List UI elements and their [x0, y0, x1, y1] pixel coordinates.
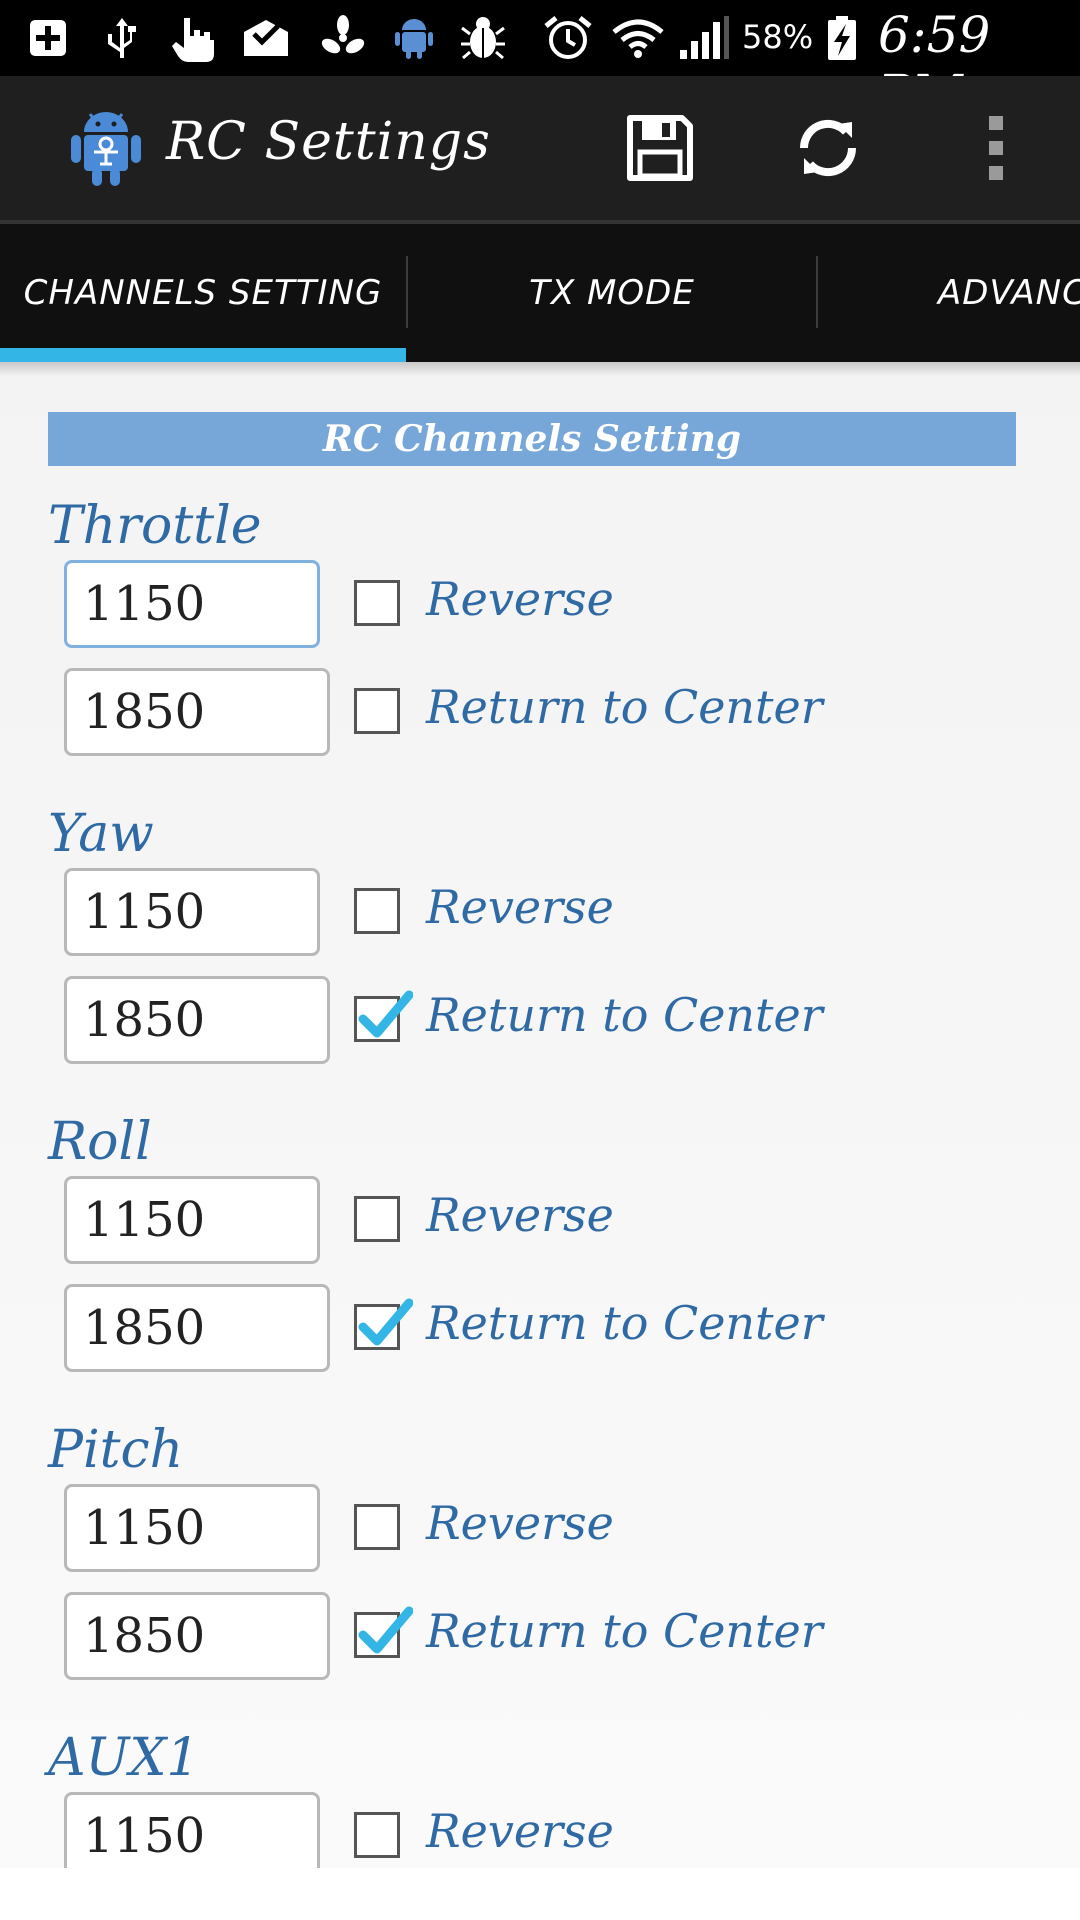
- reverse-checkbox[interactable]: [354, 580, 400, 626]
- usb-icon: [108, 18, 136, 58]
- channel-pitch: Pitch 1150 Reverse 1850 Return to Center: [0, 1420, 1080, 1730]
- touch-icon: [172, 18, 214, 62]
- reverse-label[interactable]: Reverse: [426, 1188, 614, 1242]
- channel-yaw: Yaw 1150 Reverse 1850 Return to Center: [0, 804, 1080, 1114]
- pinwheel-icon: [321, 15, 365, 54]
- bug-icon: [461, 17, 505, 60]
- reverse-checkbox[interactable]: [354, 1196, 400, 1242]
- return-to-center-label[interactable]: Return to Center: [426, 1604, 823, 1658]
- tab-shadow: [0, 362, 1080, 376]
- min-value-input[interactable]: 1150: [64, 868, 320, 956]
- reverse-label[interactable]: Reverse: [426, 1496, 614, 1550]
- reverse-checkbox[interactable]: [354, 888, 400, 934]
- signal-icon: [680, 16, 729, 59]
- channel-name: Throttle: [48, 496, 262, 556]
- checkmark-icon: [358, 990, 413, 1038]
- tab-label: TX MODE: [529, 273, 695, 313]
- sync-icon[interactable]: [790, 110, 866, 186]
- max-value-input[interactable]: 1850: [64, 976, 330, 1064]
- max-value-input[interactable]: 1850: [64, 1592, 330, 1680]
- android-icon: [395, 19, 433, 59]
- min-value-input[interactable]: 1150: [64, 560, 320, 648]
- max-value-input[interactable]: 1850: [64, 668, 330, 756]
- tab-label: ADVANCE: [938, 273, 1080, 313]
- tab-label: CHANNELS SETTING: [23, 273, 383, 313]
- reverse-label[interactable]: Reverse: [426, 572, 614, 626]
- checkmark-icon: [358, 1298, 413, 1346]
- channel-aux1: AUX1 1150 Reverse: [0, 1728, 1080, 1868]
- bottom-edge: [0, 1868, 1080, 1920]
- min-value-input[interactable]: 1150: [64, 1176, 320, 1264]
- reverse-checkbox[interactable]: [354, 1504, 400, 1550]
- channel-throttle: Throttle 1150 Reverse 1850 Return to Cen…: [0, 496, 1080, 806]
- reverse-label[interactable]: Reverse: [426, 880, 614, 934]
- return-to-center-checkbox[interactable]: [354, 1298, 413, 1350]
- channel-name: Pitch: [48, 1420, 184, 1480]
- channels-settings-content[interactable]: RC Channels Setting Throttle 1150 Revers…: [0, 362, 1080, 1868]
- section-header: RC Channels Setting: [48, 412, 1016, 466]
- action-bar: RC Settings: [0, 76, 1080, 224]
- mail-check-icon: [244, 20, 288, 56]
- min-value-input[interactable]: 1150: [64, 1484, 320, 1572]
- return-to-center-checkbox[interactable]: [354, 688, 400, 734]
- return-to-center-label[interactable]: Return to Center: [426, 1296, 823, 1350]
- reverse-checkbox[interactable]: [354, 1812, 400, 1858]
- tab-advance[interactable]: ADVANCE: [818, 224, 1080, 362]
- tab-selected-indicator: [0, 348, 406, 362]
- return-to-center-label[interactable]: Return to Center: [426, 988, 823, 1042]
- save-icon[interactable]: [622, 110, 698, 186]
- min-value-input[interactable]: 1150: [64, 1792, 320, 1868]
- channel-name: Roll: [48, 1112, 152, 1172]
- tab-bar: CHANNELS SETTING TX MODE ADVANCE: [0, 224, 1080, 362]
- battery-charging-icon: [828, 16, 856, 60]
- channel-name: Yaw: [48, 804, 154, 864]
- return-to-center-checkbox[interactable]: [354, 990, 413, 1042]
- battery-percent: 58%: [742, 18, 814, 56]
- tab-channels-setting[interactable]: CHANNELS SETTING: [0, 224, 406, 362]
- return-to-center-label[interactable]: Return to Center: [426, 680, 823, 734]
- app-title: RC Settings: [166, 112, 491, 172]
- max-value-input[interactable]: 1850: [64, 1284, 330, 1372]
- tab-tx-mode[interactable]: TX MODE: [408, 224, 816, 362]
- checkmark-icon: [358, 1606, 413, 1654]
- status-bar: 58% 6:59 PM: [0, 0, 1080, 122]
- channel-roll: Roll 1150 Reverse 1850 Return to Center: [0, 1112, 1080, 1422]
- overflow-menu-icon[interactable]: [958, 110, 1034, 186]
- alarm-icon: [544, 16, 592, 59]
- return-to-center-checkbox[interactable]: [354, 1606, 413, 1658]
- reverse-label[interactable]: Reverse: [426, 1804, 614, 1858]
- channel-name: AUX1: [48, 1728, 200, 1788]
- wifi-icon: [612, 19, 664, 58]
- app-android-icon: [71, 112, 141, 186]
- plus-square-icon: [30, 20, 66, 56]
